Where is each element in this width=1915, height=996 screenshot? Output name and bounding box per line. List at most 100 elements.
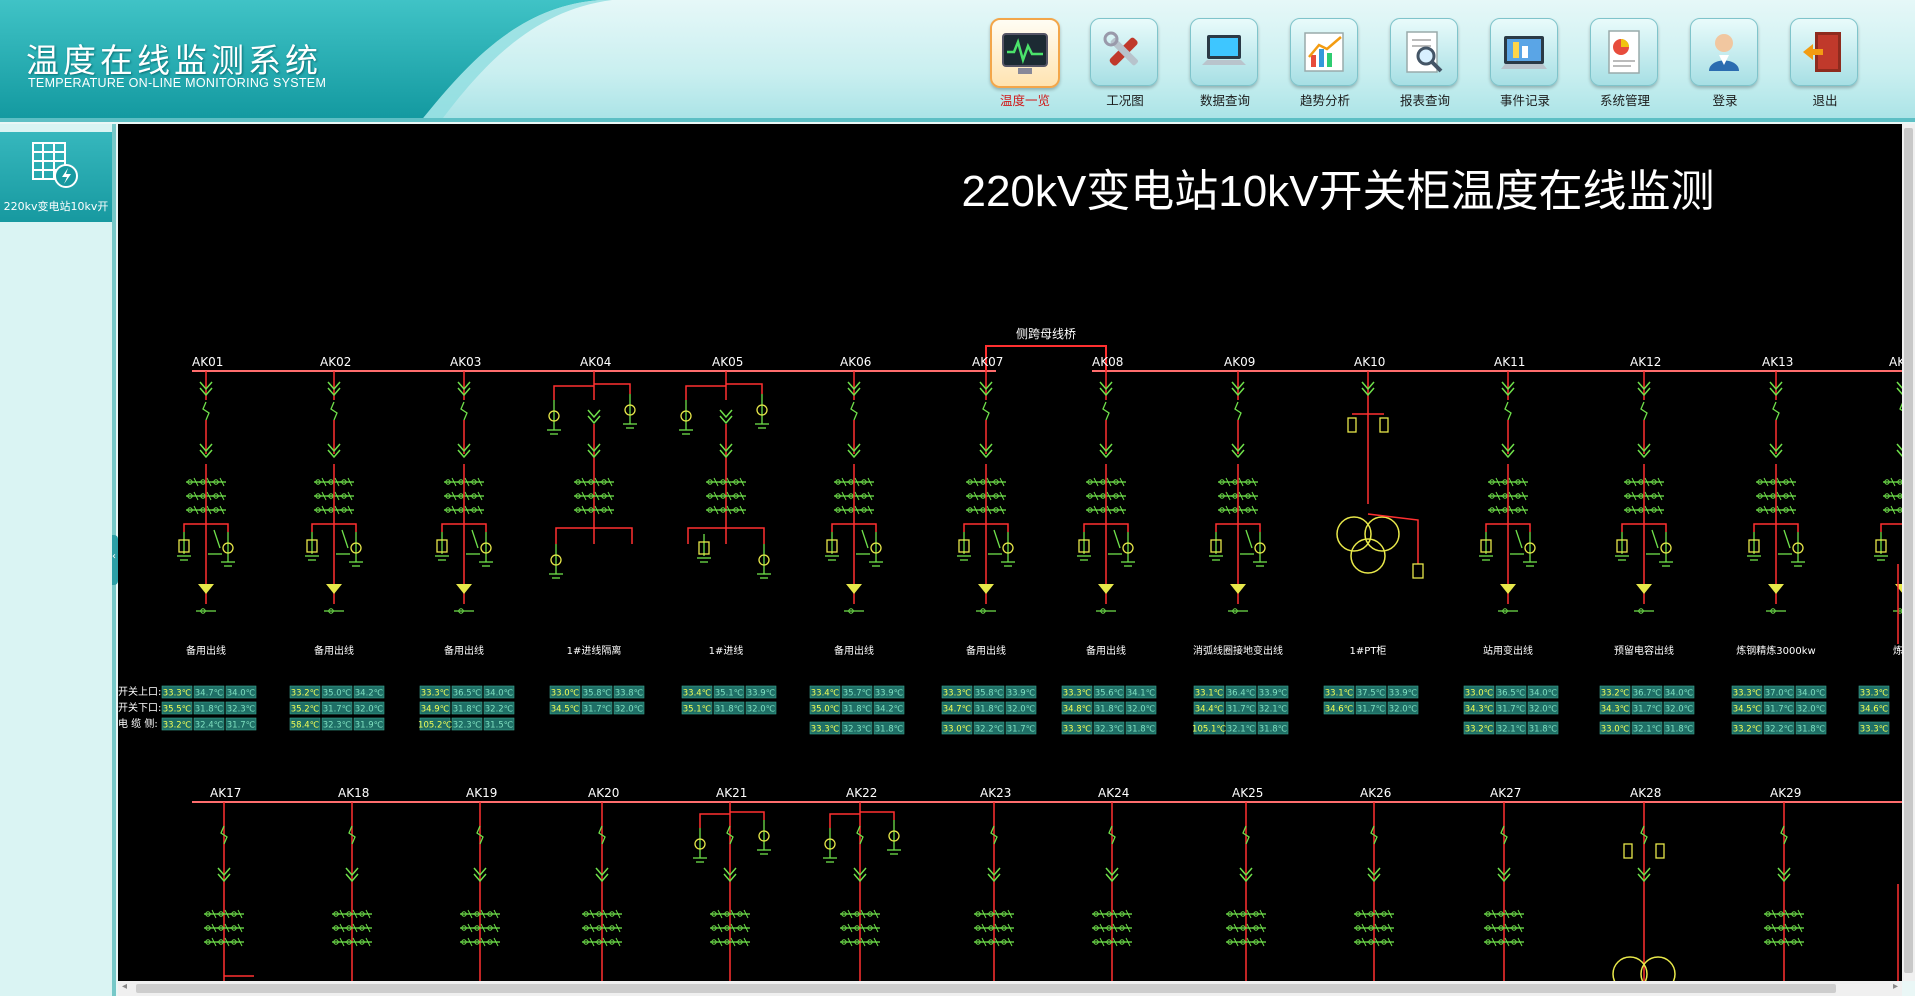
laptop-icon: [1202, 35, 1246, 65]
vertical-scrollbar[interactable]: [1902, 124, 1915, 981]
temp-value: 34.0℃: [227, 689, 256, 699]
ct-branch: [1880, 523, 1902, 532]
temp-value: 33.0℃: [943, 725, 972, 735]
pt-branch: [730, 811, 765, 820]
switchgear-ak22: [823, 802, 901, 981]
temp-value: 31.5℃: [485, 721, 514, 731]
toolbar-icon-box: [990, 18, 1060, 88]
temp-value: 33.9℃: [1259, 689, 1288, 699]
feeder-name: 炼钢精炼3000kw: [1736, 644, 1815, 657]
cabinet-label: AK19: [466, 786, 497, 800]
temp-value: 32.1℃: [1259, 705, 1288, 715]
toolbar-button-7[interactable]: 系统管理: [1584, 14, 1666, 114]
app-subtitle: TEMPERATURE ON-LINE MONITORING SYSTEM: [28, 76, 327, 90]
vertical-scrollbar-thumb[interactable]: [1904, 128, 1913, 973]
pt-branch: [699, 813, 730, 828]
temp-value: 32.4℃: [195, 721, 224, 731]
scroll-right-icon[interactable]: ▸: [1893, 981, 1898, 992]
diagram-viewport: 220kV变电站10kV开关柜温度在线监测 侧跨母线桥 AK01 备用出线 33.3℃ 3…: [118, 124, 1902, 981]
feeder-name: 备用出线: [186, 644, 226, 657]
temp-value: 33.4℃: [811, 689, 840, 699]
cabinet-label: AK12: [1630, 355, 1661, 369]
switchgear-ak26: [1354, 802, 1394, 981]
pt-branch: [553, 385, 594, 400]
toolbar-button-3[interactable]: 数据查询: [1184, 14, 1266, 114]
disconnector: [1102, 401, 1110, 421]
toolbar-button-label: 事件记录: [1499, 93, 1550, 108]
toolbar-button-2[interactable]: 工况图: [1084, 14, 1166, 114]
toolbar-button-8[interactable]: 登录: [1684, 14, 1766, 114]
cabinet-label: AK04: [580, 355, 611, 369]
pt-branch: [726, 383, 763, 394]
exit-door-icon: [1803, 32, 1841, 72]
temp-value: 32.0℃: [1389, 705, 1418, 715]
report-search-icon: [1406, 31, 1443, 73]
feeder-name: 1#进线隔离: [567, 644, 622, 657]
temp-value: 33.0℃: [1465, 689, 1494, 699]
temp-value: 31.8℃: [1665, 725, 1694, 735]
ground-switch: [1113, 529, 1121, 549]
temp-value: 33.2℃: [291, 689, 320, 699]
ground-switch: [471, 529, 479, 549]
temp-value: 31.7℃: [1007, 725, 1036, 735]
temp-value: 32.0℃: [1127, 705, 1156, 715]
temp-value: 31.7℃: [1227, 705, 1256, 715]
disconnector: [850, 401, 858, 421]
sidebar-item-substation[interactable]: 220kv变电站10kv开: [0, 132, 112, 222]
toolbar-button-label: 数据查询: [1199, 93, 1250, 108]
cabinet-label: AK11: [1494, 355, 1525, 369]
fuse: [1379, 417, 1389, 433]
switchgear-ak06: [809, 371, 905, 735]
switchgear-ak14: [1858, 381, 1902, 735]
temp-row-label: 开关上口:: [118, 685, 161, 698]
toolbar-button-4[interactable]: 趋势分析: [1284, 14, 1366, 114]
temp-value: 33.9℃: [747, 689, 776, 699]
system-manage-icon: [1608, 30, 1640, 74]
horizontal-scrollbar[interactable]: ◂ ▸: [118, 981, 1902, 996]
horizontal-scrollbar-thumb[interactable]: [136, 984, 1836, 993]
toolbar-icon-box: [1390, 18, 1458, 86]
switchgear-ak13: [1731, 371, 1827, 735]
switchgear-ak02: [289, 371, 385, 731]
temp-value: 33.4℃: [683, 689, 712, 699]
toolbar-icon-box: [1590, 18, 1658, 86]
temp-value: 34.6℃: [1860, 705, 1889, 715]
cabinet-label: AK23: [980, 786, 1011, 800]
temp-value: 32.0℃: [1797, 705, 1826, 715]
temp-row-label: 开关下口:: [118, 701, 161, 714]
cabinet-label: AK05: [712, 355, 743, 369]
temp-value: 33.3℃: [1063, 725, 1092, 735]
cable-head: [1636, 584, 1652, 594]
temp-row-label: 电 缆 侧:: [118, 717, 158, 730]
toolbar-icon-box: [1490, 18, 1558, 86]
feeder-name: 备用出线: [1086, 644, 1126, 657]
temp-value: 33.3℃: [1860, 689, 1889, 699]
temp-value: 33.2℃: [1733, 725, 1762, 735]
temp-value: 32.3℃: [453, 721, 482, 731]
event-log-icon: [1501, 36, 1547, 69]
temp-value: 31.8℃: [453, 705, 482, 715]
ground-switch: [993, 529, 1001, 549]
temp-value: 32.2℃: [1765, 725, 1794, 735]
temp-value: 31.8℃: [975, 705, 1004, 715]
switchgear-ak12: [1599, 371, 1695, 735]
disconnector: [460, 401, 468, 421]
scroll-left-icon[interactable]: ◂: [122, 981, 127, 992]
temp-value: 33.1℃: [1195, 689, 1224, 699]
temp-value: 35.5℃: [163, 705, 192, 715]
toolbar-button-5[interactable]: 报表查询: [1384, 14, 1466, 114]
ground-switch: [1515, 529, 1523, 549]
toolbar-icon-box: [1290, 18, 1358, 86]
chevron-left-icon: ‹: [112, 551, 116, 562]
temp-value: 33.2℃: [163, 721, 192, 731]
temp-value: 33.3℃: [1733, 689, 1762, 699]
feeder-name: 备用出线: [444, 644, 484, 657]
toolbar-button-6[interactable]: 事件记录: [1484, 14, 1566, 114]
switchgear-ak11: [1463, 371, 1559, 735]
fuse: [1347, 417, 1357, 433]
temp-value: 32.0℃: [615, 705, 644, 715]
temp-value: 31.7℃: [1357, 705, 1386, 715]
cable-head: [846, 584, 862, 594]
toolbar-button-9[interactable]: 退出: [1784, 14, 1866, 114]
toolbar-button-1[interactable]: 温度一览: [984, 14, 1066, 114]
